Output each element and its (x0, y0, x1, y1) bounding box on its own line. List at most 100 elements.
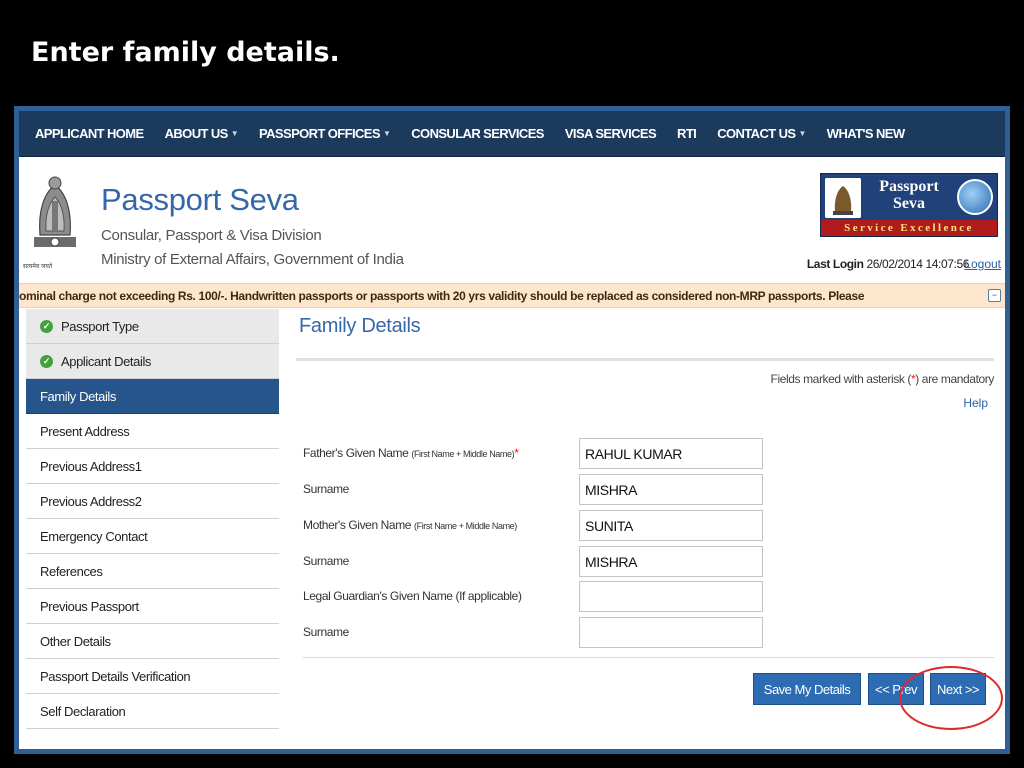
browser-frame: APPLICANT HOME ABOUT US ▼ PASSPORT OFFICE… (14, 106, 1010, 754)
passport-seva-logo: Passport Seva Service Excellence (820, 173, 998, 237)
brand-title: Passport Seva (101, 182, 299, 217)
check-icon: ✓ (40, 354, 53, 368)
nav-label: RTI (677, 126, 697, 141)
nav-whats-new[interactable]: WHAT'S NEW (827, 126, 905, 141)
sidebar-item-label: Previous Address2 (40, 493, 142, 509)
logo-tagline: Service Excellence (821, 220, 997, 236)
top-navigation: APPLICANT HOME ABOUT US ▼ PASSPORT OFFICE… (19, 111, 1005, 157)
form-row-guardian-surname: Surname (303, 617, 763, 648)
nav-label: APPLICANT HOME (35, 126, 144, 141)
slide-title: Enter family details. (31, 37, 340, 68)
heading-divider (296, 358, 994, 361)
nav-rti[interactable]: RTI (677, 126, 697, 141)
form-row-father-given-name: Father's Given Name (First Name + Middle… (303, 438, 763, 469)
field-label: Legal Guardian's Given Name (If applicab… (303, 589, 522, 603)
sidebar-item-label: Self Declaration (40, 703, 126, 719)
sidebar-item-previous-passport[interactable]: Previous Passport (26, 589, 279, 624)
last-login-info: Last Login 26/02/2014 14:07:56 (806, 257, 970, 271)
sidebar-item-label: Present Address (40, 423, 130, 439)
mandatory-note: Fields marked with asterisk (*) are mand… (770, 372, 995, 386)
form-divider (303, 657, 994, 658)
nav-visa-services[interactable]: VISA SERVICES (564, 126, 657, 141)
step-sidebar: ✓ Passport Type ✓ Applicant Details Family… (26, 309, 279, 729)
logout-link[interactable]: Logout (964, 257, 1001, 271)
field-label: Father's Given Name (First Name + Middle… (303, 446, 519, 460)
next-button[interactable]: Next >> (930, 673, 986, 705)
guardian-surname-input[interactable] (579, 617, 763, 648)
mandatory-prefix: Fields marked with asterisk ( (770, 372, 912, 386)
announcement-ticker: ominal charge not exceeding Rs. 100/-. H… (19, 283, 1005, 308)
sidebar-item-label: Other Details (40, 633, 111, 649)
sidebar-item-self-declaration[interactable]: Self Declaration (26, 694, 279, 729)
emblem-caption: सत्यमेव जयते (23, 264, 53, 270)
father-surname-input[interactable] (579, 474, 763, 505)
nav-consular-services[interactable]: CONSULAR SERVICES (411, 126, 544, 141)
field-hint: (First Name + Middle Name) (414, 521, 517, 531)
emblem-icon (825, 178, 861, 218)
nav-passport-offices[interactable]: PASSPORT OFFICES ▼ (259, 126, 391, 141)
sidebar-item-label: References (40, 563, 103, 579)
mother-surname-input[interactable] (579, 546, 763, 577)
sidebar-item-applicant-details[interactable]: ✓ Applicant Details (26, 344, 279, 379)
sidebar-item-previous-address2[interactable]: Previous Address2 (26, 484, 279, 519)
globe-icon (957, 179, 993, 215)
last-login-label: Last Login (806, 257, 864, 271)
brand-subtitle-division: Consular, Passport & Visa Division (101, 227, 322, 244)
logo-text-passport: Passport (879, 178, 939, 195)
page-title: Family Details (299, 315, 421, 337)
chevron-down-icon: ▼ (382, 129, 391, 138)
sidebar-item-passport-details-verification[interactable]: Passport Details Verification (26, 659, 279, 694)
sidebar-item-references[interactable]: References (26, 554, 279, 589)
site-header: सत्यमेव जयते Passport Seva Consular, Pas… (19, 157, 1005, 283)
sidebar-item-label: Family Details (40, 388, 117, 404)
form-row-guardian-given-name: Legal Guardian's Given Name (If applicab… (303, 581, 763, 612)
mother-given-name-input[interactable] (579, 510, 763, 541)
help-link[interactable]: Help (963, 396, 988, 410)
national-emblem-icon (34, 176, 76, 247)
field-label: Surname (303, 482, 349, 496)
field-label: Mother's Given Name (First Name + Middle… (303, 518, 517, 532)
sidebar-item-passport-type[interactable]: ✓ Passport Type (26, 309, 279, 344)
sidebar-item-label: Emergency Contact (40, 528, 148, 544)
sidebar-item-emergency-contact[interactable]: Emergency Contact (26, 519, 279, 554)
mandatory-suffix: ) are mandatory (915, 372, 994, 386)
form-row-mother-given-name: Mother's Given Name (First Name + Middle… (303, 510, 763, 541)
sidebar-item-label: Previous Address1 (40, 458, 142, 474)
nav-label: ABOUT US (164, 126, 229, 141)
sidebar-item-previous-address1[interactable]: Previous Address1 (26, 449, 279, 484)
form-row-father-surname: Surname (303, 474, 763, 505)
collapse-icon[interactable]: − (988, 289, 1001, 302)
nav-applicant-home[interactable]: APPLICANT HOME (35, 126, 144, 141)
sidebar-item-label: Applicant Details (61, 353, 152, 369)
check-icon: ✓ (40, 319, 53, 333)
field-hint: (First Name + Middle Name) (411, 449, 515, 459)
required-marker: * (514, 446, 519, 460)
field-label-text: Father's Given Name (303, 446, 409, 460)
save-my-details-button[interactable]: Save My Details (753, 673, 861, 705)
main-content: Family Details Fields marked with asteri… (296, 309, 996, 705)
nav-label: WHAT'S NEW (826, 126, 905, 141)
nav-label: PASSPORT OFFICES (259, 126, 381, 141)
field-label: Surname (303, 625, 349, 639)
brand-subtitle-ministry: Ministry of External Affairs, Government… (101, 251, 404, 268)
nav-label: CONSULAR SERVICES (411, 126, 544, 141)
sidebar-item-other-details[interactable]: Other Details (26, 624, 279, 659)
father-given-name-input[interactable] (579, 438, 763, 469)
guardian-given-name-input[interactable] (579, 581, 763, 612)
field-label-text: Mother's Given Name (303, 518, 412, 532)
form-row-mother-surname: Surname (303, 546, 763, 577)
logo-text-seva: Seva (893, 195, 925, 212)
prev-button[interactable]: << Prev (868, 673, 924, 705)
sidebar-item-label: Previous Passport (40, 598, 139, 614)
nav-label: VISA SERVICES (564, 126, 657, 141)
ticker-text: ominal charge not exceeding Rs. 100/-. H… (19, 289, 865, 303)
nav-about-us[interactable]: ABOUT US ▼ (164, 126, 239, 141)
nav-contact-us[interactable]: CONTACT US ▼ (717, 126, 806, 141)
sidebar-item-present-address[interactable]: Present Address (26, 414, 279, 449)
last-login-value: 26/02/2014 14:07:56 (866, 257, 969, 271)
sidebar-item-label: Passport Details Verification (40, 668, 191, 684)
chevron-down-icon: ▼ (230, 129, 239, 138)
nav-label: CONTACT US (717, 126, 796, 141)
sidebar-item-family-details[interactable]: Family Details (26, 379, 279, 414)
field-label: Surname (303, 554, 349, 568)
